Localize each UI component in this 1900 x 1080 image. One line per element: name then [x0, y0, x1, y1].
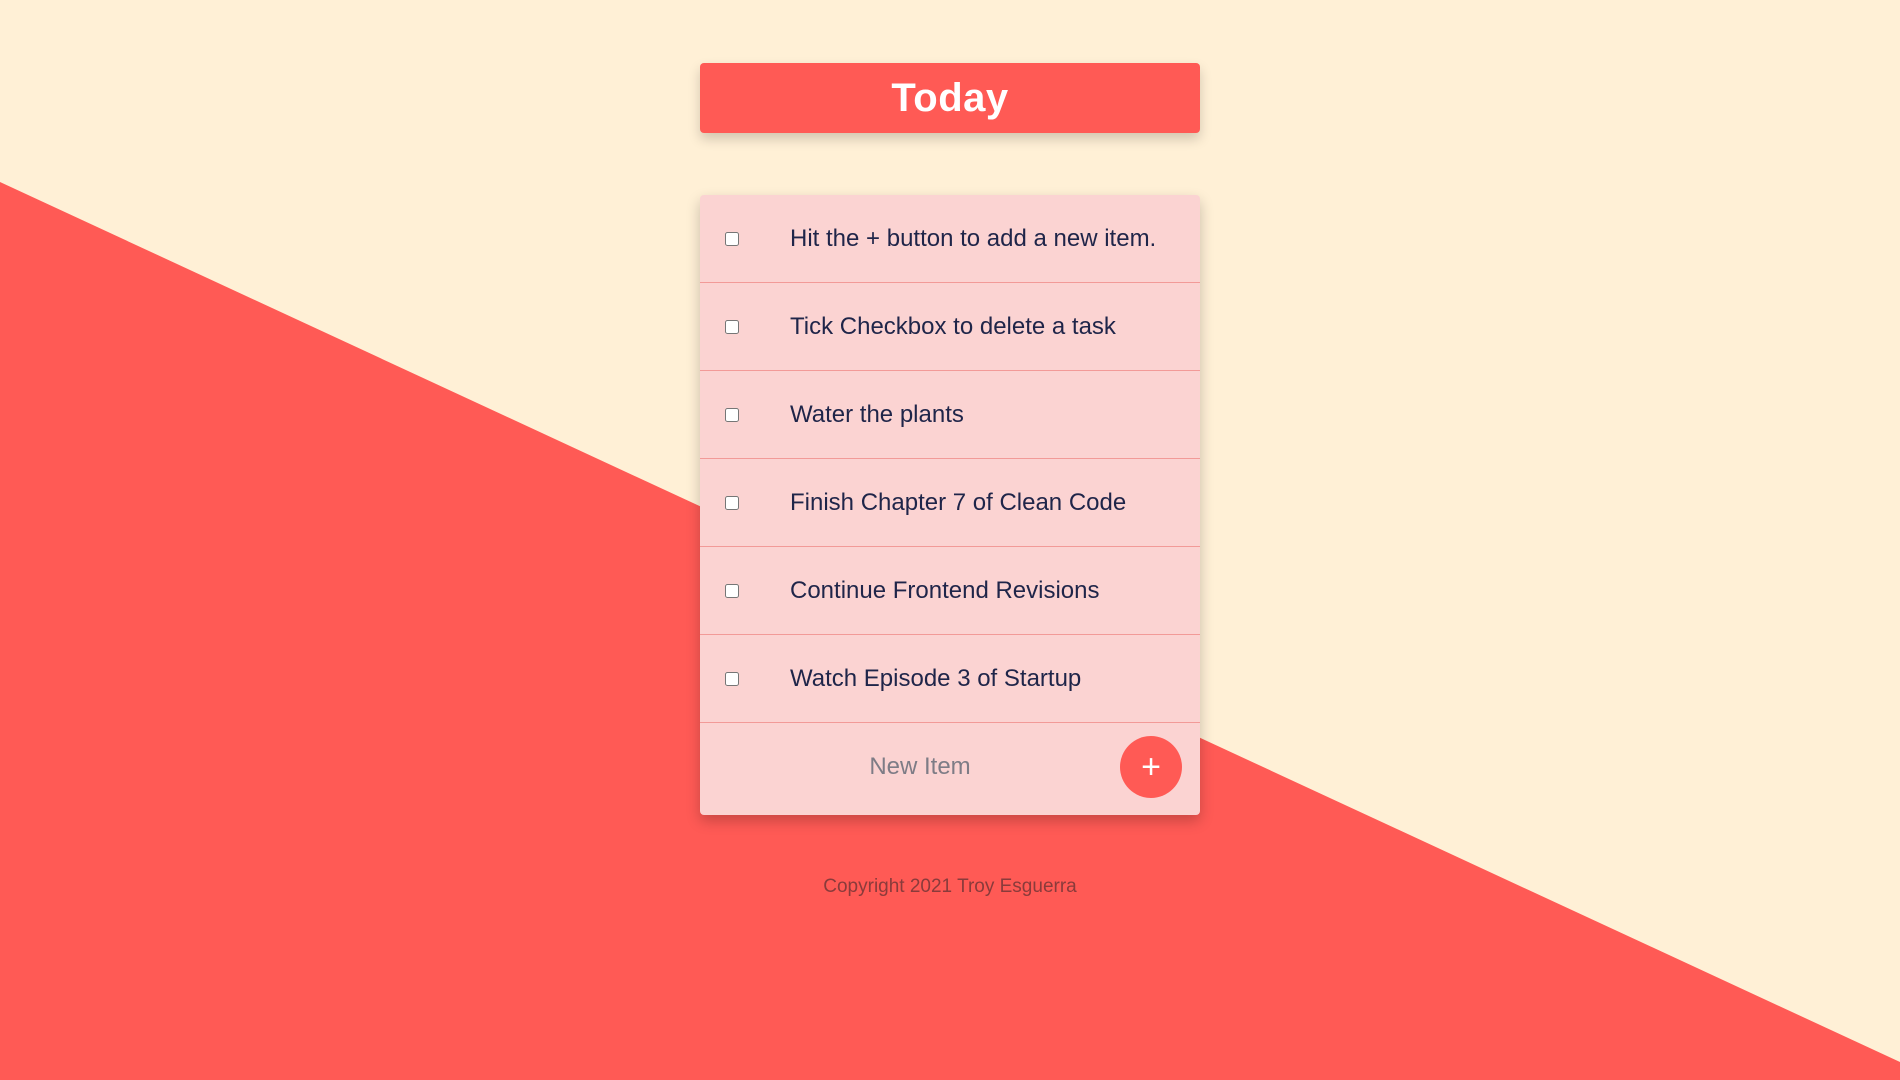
item-checkbox[interactable] [725, 231, 739, 246]
list-item: Hit the + button to add a new item. [700, 195, 1200, 283]
item-label: Tick Checkbox to delete a task [790, 312, 1116, 340]
item-checkbox[interactable] [725, 583, 739, 598]
item-label: Continue Frontend Revisions [790, 576, 1100, 604]
list-item: Finish Chapter 7 of Clean Code [700, 459, 1200, 547]
item-checkbox[interactable] [725, 319, 739, 334]
new-item-form: + [700, 723, 1200, 811]
item-label: Hit the + button to add a new item. [790, 224, 1157, 252]
copyright-footer: Copyright 2021 Troy Esguerra [823, 876, 1077, 897]
item-label: Water the plants [790, 400, 964, 428]
new-item-input[interactable] [820, 745, 1020, 789]
add-item-button[interactable]: + [1120, 736, 1182, 798]
item-checkbox[interactable] [725, 495, 739, 510]
heading-banner: Today [700, 63, 1200, 133]
list-item: Tick Checkbox to delete a task [700, 283, 1200, 371]
item-checkbox[interactable] [725, 407, 739, 422]
item-label: Watch Episode 3 of Startup [790, 664, 1082, 692]
list-item: Watch Episode 3 of Startup [700, 635, 1200, 723]
item-checkbox[interactable] [725, 671, 739, 686]
item-label: Finish Chapter 7 of Clean Code [790, 488, 1127, 516]
todo-list: Hit the + button to add a new item. Tick… [700, 195, 1200, 815]
page-title: Today [891, 75, 1009, 120]
list-item: Water the plants [700, 371, 1200, 459]
list-item: Continue Frontend Revisions [700, 547, 1200, 635]
